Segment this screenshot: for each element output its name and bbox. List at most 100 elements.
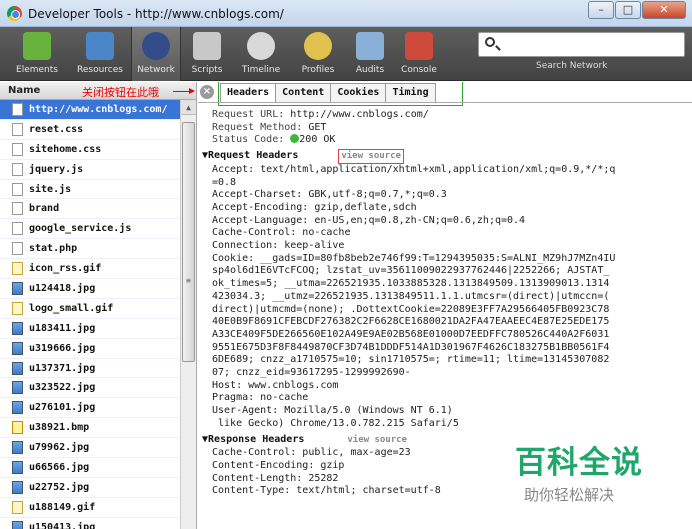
search-network-label: Search Network	[536, 61, 608, 71]
document-file-icon	[12, 122, 23, 136]
splitter-grip-icon[interactable]: ≡	[186, 276, 191, 285]
file-list-item[interactable]: jquery.js	[0, 160, 180, 180]
file-name: http://www.cnblogs.com/	[29, 103, 168, 115]
tool-profiles[interactable]: Profiles	[289, 27, 347, 81]
document-file-icon	[12, 202, 23, 216]
request-headers-title[interactable]: ▼Request Headers view source	[202, 149, 692, 164]
gif-file-icon	[12, 262, 23, 276]
tool-profiles-label: Profiles	[301, 65, 335, 75]
header-line: 40E0B9F8691CFEBCDF276382C2F6628CE1680021…	[212, 316, 610, 328]
document-file-icon	[12, 102, 23, 116]
tool-resources-label: Resources	[77, 65, 123, 75]
tab-cookies[interactable]: Cookies	[330, 83, 387, 102]
scroll-thumb[interactable]	[182, 122, 195, 362]
tool-network[interactable]: Network	[131, 27, 181, 81]
search-network-input[interactable]	[478, 32, 685, 57]
tab-headers[interactable]: Headers	[220, 83, 277, 102]
file-list: http://www.cnblogs.com/reset.css sitehome…	[0, 100, 180, 529]
file-name: u188149.gif	[29, 501, 96, 513]
header-line: User-Agent: Mozilla/5.0 (Windows NT 6.1)	[212, 405, 453, 417]
scroll-up-icon[interactable]: ▲	[181, 100, 196, 115]
file-list-item[interactable]: u79962.jpg	[0, 438, 180, 459]
window-title-bar: Developer Tools - http://www.cnblogs.com…	[0, 0, 692, 27]
header-line: Host: www.cnblogs.com	[212, 379, 339, 391]
file-list-item[interactable]: stat.php	[0, 239, 180, 260]
file-list-item[interactable]: logo_small.gif	[0, 299, 180, 319]
tool-network-label: Network	[137, 65, 175, 75]
document-file-icon	[12, 222, 23, 236]
file-list-item[interactable]: u323522.jpg	[0, 378, 180, 399]
tool-console-label: Console	[401, 65, 437, 75]
request-method-key: Request Method:	[212, 121, 303, 133]
network-icon	[142, 32, 170, 60]
file-list-item[interactable]: http://www.cnblogs.com/	[0, 100, 180, 120]
header-line: 6DE689; cnzz_a1710575=10; sin1710575=; r…	[212, 354, 610, 366]
name-column-header[interactable]: Name 关闭按钮在此哦	[0, 82, 196, 100]
tool-audits[interactable]: Audits	[347, 27, 393, 81]
header-line: Pragma: no-cache	[212, 392, 309, 404]
header-line: A33CE409F5DE266560E102A49E9AE02B568E0100…	[212, 328, 610, 340]
resource-list-pane: Name 关闭按钮在此哦 http://www.cnblogs.com/rese…	[0, 82, 197, 529]
file-list-item[interactable]: u137371.jpg	[0, 359, 180, 379]
tool-console[interactable]: Console	[393, 27, 445, 81]
image-file-icon	[12, 480, 23, 494]
scripts-icon	[193, 32, 221, 60]
tab-content[interactable]: Content	[275, 83, 332, 102]
tool-resources[interactable]: Resources	[69, 27, 131, 81]
tool-timeline-label: Timeline	[241, 65, 281, 75]
file-list-item[interactable]: icon_rss.gif	[0, 259, 180, 280]
file-name: brand	[29, 203, 60, 215]
header-line: Accept: text/html,application/xhtml+xml,…	[212, 163, 616, 175]
file-list-item[interactable]: sitehome.css	[0, 140, 180, 160]
close-detail-button[interactable]: ×	[200, 85, 214, 99]
header-line: 07; cnzz_eid=93617295-1299992690-	[212, 367, 411, 379]
gif-file-icon	[12, 500, 23, 514]
view-source-link-request[interactable]: view source	[338, 149, 404, 164]
header-line: =0.8	[212, 176, 237, 188]
file-name: u319666.jpg	[29, 342, 96, 354]
close-button-annotation: 关闭按钮在此哦	[82, 86, 159, 99]
header-line: like Gecko) Chrome/13.0.782.215 Safari/5	[212, 417, 459, 429]
tool-audits-label: Audits	[355, 65, 385, 75]
document-file-icon	[12, 162, 23, 176]
image-file-icon	[12, 341, 23, 355]
header-line: Cookie: __gads=ID=80fb8beb2e746f99:T=129…	[212, 252, 616, 264]
tab-timing[interactable]: Timing	[385, 83, 436, 102]
maximize-button[interactable]: □	[615, 1, 641, 19]
file-list-item[interactable]: u183411.jpg	[0, 319, 180, 339]
file-list-item[interactable]: u22752.jpg	[0, 478, 180, 498]
file-list-item[interactable]: u276101.jpg	[0, 398, 180, 419]
tool-elements[interactable]: Elements	[5, 27, 69, 81]
file-list-item[interactable]: google_service.js	[0, 219, 180, 240]
status-ok-icon	[290, 134, 300, 144]
file-list-item[interactable]: u319666.jpg	[0, 339, 180, 359]
window-controls: – □ ✕	[588, 1, 686, 19]
file-name: stat.php	[29, 243, 78, 255]
tool-timeline[interactable]: Timeline	[233, 27, 289, 81]
file-list-item[interactable]: brand	[0, 199, 180, 220]
close-window-button[interactable]: ✕	[642, 1, 686, 19]
header-line: 423034.3; __utmz=226521935.1313849511.1.…	[212, 290, 610, 302]
file-list-item[interactable]: u66566.jpg	[0, 458, 180, 478]
file-list-item[interactable]: u150413.jpg	[0, 518, 180, 529]
file-list-item[interactable]: u188149.gif	[0, 498, 180, 518]
file-name: u276101.jpg	[29, 402, 96, 414]
header-line: Cache-Control: no-cache	[212, 227, 351, 239]
request-method-value: GET	[308, 121, 327, 133]
file-list-item[interactable]: u38921.bmp	[0, 418, 180, 439]
header-line: 9551E675D3F8F8449870CF3D74B1DDDF514A1D30…	[212, 341, 610, 353]
file-list-scrollbar[interactable]: ▲	[180, 100, 196, 529]
audits-icon	[356, 32, 384, 60]
document-file-icon	[12, 182, 23, 196]
file-list-item[interactable]: site.js	[0, 180, 180, 200]
file-name: jquery.js	[29, 163, 84, 175]
minimize-button[interactable]: –	[588, 1, 614, 19]
file-list-item[interactable]: reset.css	[0, 120, 180, 140]
tool-scripts[interactable]: Scripts	[181, 27, 233, 81]
file-name: u22752.jpg	[29, 481, 90, 493]
view-source-link-response[interactable]: view source	[344, 433, 410, 448]
file-name: u137371.jpg	[29, 362, 96, 374]
file-name: u79962.jpg	[29, 442, 90, 454]
chrome-logo-icon	[7, 6, 22, 21]
file-list-item[interactable]: u124418.jpg	[0, 279, 180, 299]
